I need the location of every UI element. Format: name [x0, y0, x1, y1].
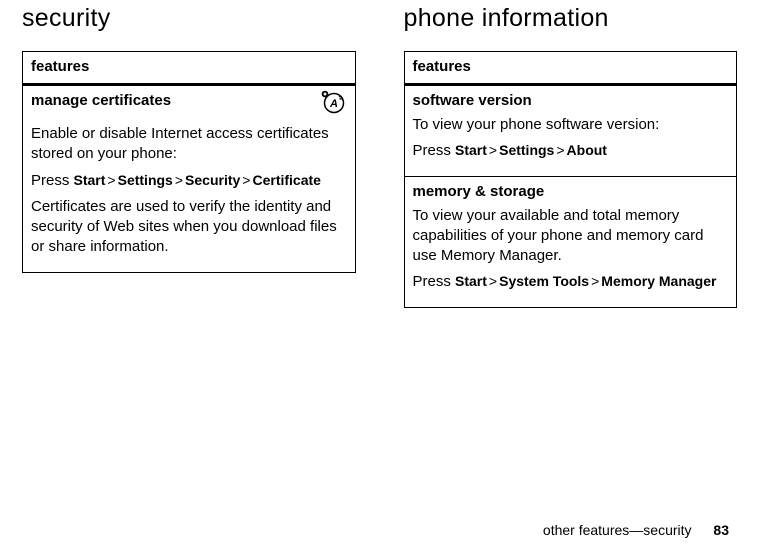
features-table-left: features manage certificates A: [22, 51, 356, 273]
cell-body-sv: To view your phone software version:: [413, 115, 729, 135]
table-cell-manage-certificates: manage certificates A: [23, 85, 356, 273]
page-footer: other features—security 83: [543, 522, 729, 538]
section-heading-phone-info: phone information: [404, 4, 738, 33]
press-kw: System Tools: [499, 273, 589, 289]
press-line-memory: Press Start>System Tools>Memory Manager: [413, 272, 729, 292]
page-number: 83: [713, 522, 729, 538]
footer-breadcrumb: other features—security: [543, 522, 692, 538]
svg-text:A: A: [329, 98, 338, 110]
press-sep: >: [589, 273, 601, 289]
press-sep: >: [173, 172, 185, 188]
cell-title-manage-certificates: manage certificates: [31, 92, 171, 109]
press-kw: Security: [185, 172, 240, 188]
press-kw: About: [567, 142, 607, 158]
cell-title-memory-storage: memory & storage: [413, 183, 545, 200]
left-column: security features manage certificates A: [22, 4, 356, 308]
press-kw: Start: [455, 273, 487, 289]
press-kw: Start: [455, 142, 487, 158]
press-kw: Start: [74, 172, 106, 188]
section-heading-security: security: [22, 4, 356, 33]
press-kw: Certificate: [252, 172, 320, 188]
cell-body-2: Certificates are used to verify the iden…: [31, 197, 347, 258]
cell-body-1: Enable or disable Internet access certif…: [31, 124, 347, 165]
press-kw: Settings: [118, 172, 173, 188]
press-sep: >: [554, 142, 566, 158]
press-prefix: Press: [31, 172, 74, 189]
press-prefix: Press: [413, 142, 456, 159]
press-prefix: Press: [413, 273, 456, 290]
operator-icon: A: [319, 90, 347, 118]
press-sep: >: [487, 273, 499, 289]
right-column: phone information features software vers…: [404, 4, 738, 308]
table-header-left: features: [23, 52, 356, 85]
cell-body-ms: To view your available and total memory …: [413, 206, 729, 267]
press-kw: Memory Manager: [601, 273, 716, 289]
table-header-right: features: [404, 52, 737, 85]
cell-title-software-version: software version: [413, 92, 532, 109]
press-sep: >: [105, 172, 117, 188]
features-table-right: features software version To view your p…: [404, 51, 738, 308]
press-line-about: Press Start>Settings>About: [413, 141, 729, 161]
press-sep: >: [487, 142, 499, 158]
table-cell-memory-storage: memory & storage To view your available …: [404, 176, 737, 307]
press-kw: Settings: [499, 142, 554, 158]
press-line-certificates: Press Start>Settings>Security>Certificat…: [31, 171, 347, 191]
table-cell-software-version: software version To view your phone soft…: [404, 85, 737, 177]
press-sep: >: [240, 172, 252, 188]
